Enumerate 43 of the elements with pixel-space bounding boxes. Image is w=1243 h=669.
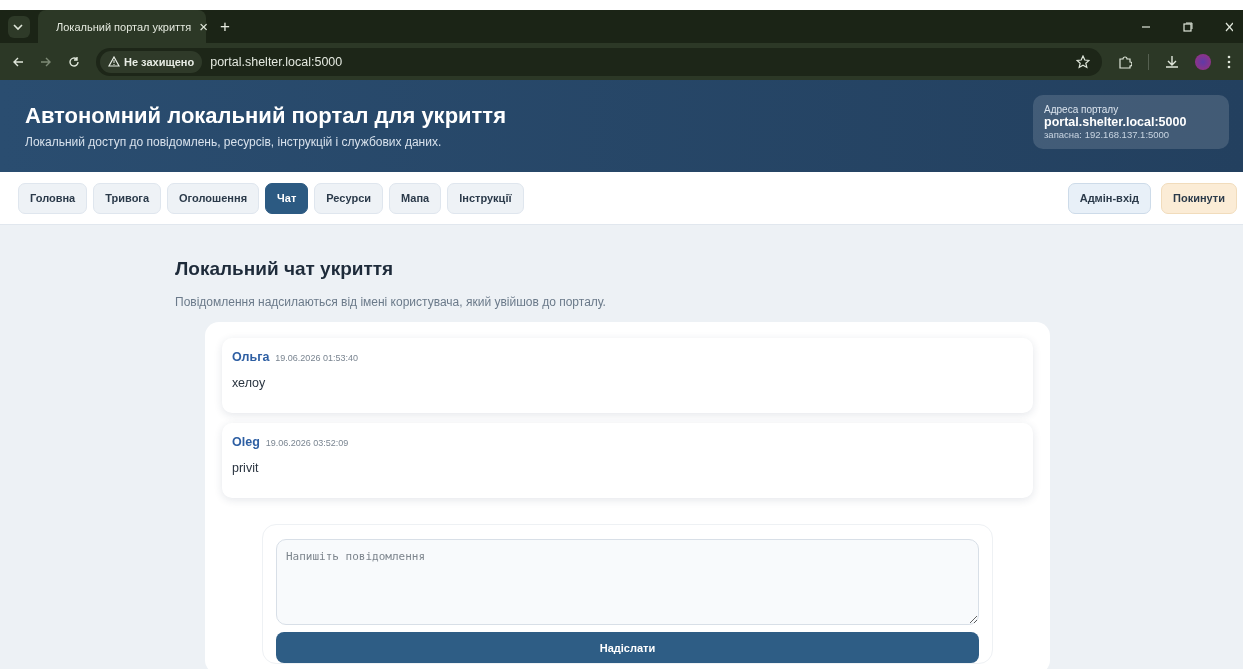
page-title: Локальний чат укриття bbox=[175, 258, 395, 280]
nav-tab[interactable]: Оголошення bbox=[167, 182, 260, 214]
chevron-down-icon bbox=[13, 22, 23, 31]
star-icon[interactable] bbox=[1076, 54, 1090, 69]
nav-tab[interactable]: Тривога bbox=[93, 182, 162, 214]
nav-tab[interactable]: Мапа bbox=[389, 182, 442, 214]
backup-address: запасна: 192.168.137.1:5000 bbox=[1044, 129, 1171, 140]
send-button[interactable]: Надіслати bbox=[276, 632, 979, 663]
close-icon[interactable] bbox=[1225, 21, 1233, 32]
security-badge[interactable]: Не захищено bbox=[100, 50, 203, 73]
new-tab-button[interactable]: + bbox=[220, 16, 230, 37]
nav-tab[interactable]: Інструкції bbox=[447, 182, 524, 214]
portal-subtitle: Локальний доступ до повідомлень, ресурсів, інструкцій і службових даних. bbox=[25, 135, 443, 149]
admin-login-button[interactable]: Адмін-вхід bbox=[1067, 182, 1152, 214]
reload-icon[interactable] bbox=[68, 55, 80, 68]
nav-tab[interactable]: Головна bbox=[18, 182, 88, 214]
warning-icon bbox=[108, 56, 120, 67]
portal-address: portal.shelter.local:5000 bbox=[1044, 115, 1188, 129]
forward-icon[interactable] bbox=[40, 55, 52, 68]
tab-title: Локальний портал укриття bbox=[56, 20, 192, 33]
more-icon[interactable] bbox=[1227, 54, 1231, 69]
back-icon[interactable] bbox=[12, 55, 24, 68]
page-description: Повідомлення надсилаються від імені користувача, який увійшов до порталу. bbox=[175, 295, 607, 309]
message-time: 19.06.2026 01:53:40 bbox=[275, 353, 358, 363]
tab-search-button[interactable] bbox=[8, 15, 30, 38]
tab-close-button[interactable]: × bbox=[199, 18, 208, 35]
url-text: portal.shelter.local:5000 bbox=[210, 54, 343, 69]
browser-tab[interactable]: Локальний портал укриття × bbox=[38, 10, 206, 43]
puzzle-icon[interactable] bbox=[1118, 54, 1132, 69]
nav-tab[interactable]: Ресурси bbox=[314, 182, 384, 214]
message-text: хелоу bbox=[232, 376, 267, 390]
message-author: Oleg bbox=[232, 435, 260, 449]
message-text: privit bbox=[232, 461, 260, 475]
message-input[interactable]: Напишіть повідомлення bbox=[276, 539, 979, 625]
address-bar[interactable]: Не захищено portal.shelter.local:5000 bbox=[96, 47, 1102, 76]
download-icon[interactable] bbox=[1165, 54, 1179, 69]
portal-title: Автономний локальний портал для укриття bbox=[25, 103, 507, 129]
message-time: 19.06.2026 03:52:09 bbox=[265, 438, 349, 448]
nav-tab[interactable]: Чат bbox=[265, 182, 309, 214]
maximize-icon[interactable] bbox=[1183, 21, 1193, 32]
address-label: Адреса порталу bbox=[1044, 104, 1120, 115]
leave-button[interactable]: Покинути bbox=[1161, 182, 1237, 214]
message-author: Ольга bbox=[232, 350, 270, 364]
